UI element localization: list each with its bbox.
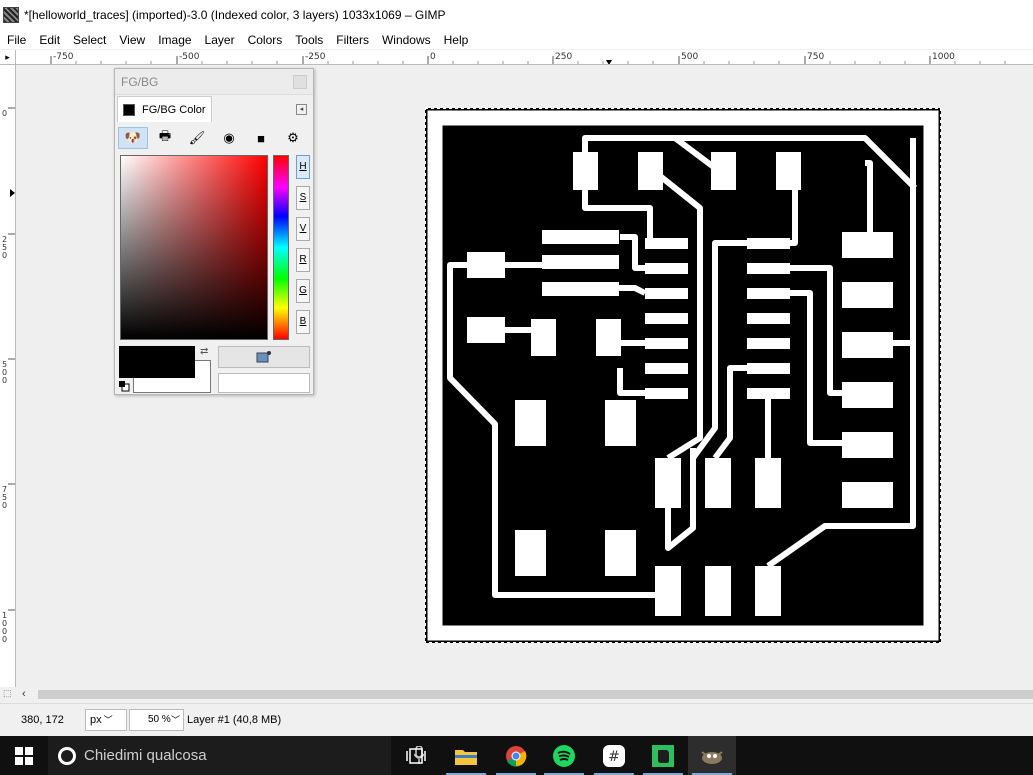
eyedropper-screen-icon bbox=[256, 351, 271, 363]
dock-header[interactable]: FG/BG bbox=[115, 69, 313, 95]
color-wheel-icon[interactable]: ◉ bbox=[214, 127, 244, 149]
ruler-label: 500 bbox=[2, 360, 8, 385]
channel-g-button[interactable]: G bbox=[296, 279, 310, 303]
pcb-artwork bbox=[425, 108, 941, 643]
foreground-color-swatch[interactable] bbox=[119, 346, 195, 378]
menu-bar: File Edit Select View Image Layer Colors… bbox=[0, 30, 1033, 49]
ruler-label: 250 bbox=[555, 52, 573, 62]
ruler-label: 750 bbox=[807, 52, 825, 62]
swap-colors-icon[interactable]: ⇄ bbox=[200, 346, 212, 358]
menu-edit[interactable]: Edit bbox=[32, 33, 66, 47]
channel-r-button[interactable]: R bbox=[296, 248, 310, 272]
search-placeholder: Chiedimi qualcosa bbox=[84, 747, 207, 764]
ruler-label: -750 bbox=[53, 52, 74, 62]
gimp-selector-icon[interactable]: 🐶 bbox=[118, 127, 148, 149]
spotify-icon bbox=[553, 744, 575, 767]
menu-file[interactable]: File bbox=[0, 33, 32, 47]
hue-slider[interactable] bbox=[273, 155, 289, 340]
zoom-dropdown[interactable]: 50 % ﹀ bbox=[129, 709, 184, 731]
folder-icon bbox=[455, 749, 477, 765]
task-view-button[interactable] bbox=[392, 736, 440, 775]
chrome-icon bbox=[506, 745, 527, 767]
ruler-corner-button[interactable]: ▸ bbox=[0, 50, 16, 65]
ruler-label: 1000 bbox=[932, 52, 955, 62]
pcb-traces-image[interactable] bbox=[425, 108, 941, 643]
tab-menu-icon[interactable]: ◂ bbox=[296, 103, 307, 115]
menu-view[interactable]: View bbox=[112, 33, 151, 47]
ruler-label: 250 bbox=[2, 235, 8, 260]
window-title: *[helloworld_traces] (imported)-3.0 (Ind… bbox=[24, 8, 446, 22]
menu-help[interactable]: Help bbox=[437, 33, 475, 47]
horizontal-ruler[interactable]: -750 -500 -250 0 250 500 750 1000 bbox=[16, 50, 1033, 65]
start-button[interactable] bbox=[0, 736, 48, 775]
ruler-label: -250 bbox=[305, 52, 326, 62]
chevron-down-icon: ﹀ bbox=[170, 715, 180, 725]
layer-info-text: Layer #1 (40,8 MB) bbox=[187, 714, 282, 726]
pointer-coordinates: 380, 172 bbox=[21, 714, 64, 726]
menu-colors[interactable]: Colors bbox=[241, 33, 289, 47]
navigate-icon[interactable]: ⬚ bbox=[3, 688, 15, 700]
saturation-value-picker[interactable] bbox=[120, 155, 268, 340]
dock-close-button[interactable] bbox=[293, 74, 307, 89]
evernote-icon bbox=[652, 744, 674, 767]
taskbar-slack[interactable]: # bbox=[590, 736, 638, 775]
scroll-left-arrow[interactable]: ‹ bbox=[22, 687, 34, 702]
menu-layer[interactable]: Layer bbox=[198, 33, 241, 47]
unit-value: px bbox=[90, 714, 102, 726]
scales-icon[interactable]: ⚙ bbox=[278, 127, 308, 149]
ruler-ticks bbox=[50, 56, 1006, 64]
vertical-ruler[interactable]: 0 250 500 750 1000 bbox=[0, 65, 16, 687]
gimp-wilber-icon bbox=[701, 750, 723, 764]
windows-logo-icon bbox=[15, 746, 33, 765]
dock-tab-row: FG/BG Color ◂ bbox=[115, 96, 313, 122]
fg-color-tab-icon bbox=[123, 103, 135, 116]
palette-icon[interactable]: ■ bbox=[246, 127, 276, 149]
tab-fg-bg-color[interactable]: FG/BG Color bbox=[117, 96, 212, 122]
color-selector-toolbar: 🐶 🖶 🖌 ◉ ■ ⚙ bbox=[118, 126, 310, 150]
taskbar-file-explorer[interactable] bbox=[442, 736, 490, 775]
taskbar-evernote[interactable] bbox=[639, 736, 687, 775]
cortana-search-box[interactable]: Chiedimi qualcosa bbox=[48, 736, 424, 775]
unit-dropdown[interactable]: px ﹀ bbox=[85, 709, 127, 731]
channel-b-button[interactable]: B bbox=[296, 310, 310, 334]
gimp-app-icon bbox=[3, 7, 19, 23]
color-picker-button[interactable] bbox=[218, 346, 310, 368]
slack-icon: # bbox=[603, 744, 625, 767]
task-view-icon bbox=[406, 747, 426, 764]
title-bar: *[helloworld_traces] (imported)-3.0 (Ind… bbox=[0, 0, 1033, 30]
fg-bg-color-dock: FG/BG FG/BG Color ◂ 🐶 🖶 🖌 ◉ ■ ⚙ H S V R … bbox=[114, 68, 314, 395]
dock-title: FG/BG bbox=[121, 74, 159, 89]
horizontal-scrollbar[interactable]: ⬚ ‹ bbox=[0, 687, 1033, 702]
windows-taskbar: Chiedimi qualcosa # bbox=[0, 736, 1033, 775]
hex-color-field[interactable] bbox=[218, 373, 310, 393]
chevron-down-icon: ﹀ bbox=[103, 715, 113, 725]
tab-label: FG/BG Color bbox=[142, 103, 206, 116]
menu-select[interactable]: Select bbox=[66, 33, 112, 47]
ruler-label: 0 bbox=[2, 109, 8, 118]
svg-text:#: # bbox=[608, 749, 620, 765]
ruler-label: 500 bbox=[681, 52, 699, 62]
default-colors-icon[interactable] bbox=[119, 381, 130, 392]
channel-s-button[interactable]: S bbox=[296, 186, 310, 210]
status-bar: 380, 172 px ﹀ 50 % ﹀ Layer #1 (40,8 MB) bbox=[0, 703, 1033, 736]
channel-h-button[interactable]: H bbox=[296, 155, 310, 179]
menu-filters[interactable]: Filters bbox=[329, 33, 375, 47]
watercolor-brush-icon[interactable]: 🖌 bbox=[182, 127, 212, 149]
ruler-label: -500 bbox=[179, 52, 200, 62]
menu-windows[interactable]: Windows bbox=[375, 33, 437, 47]
ruler-label: 750 bbox=[2, 485, 8, 510]
channel-v-button[interactable]: V bbox=[296, 217, 310, 241]
zoom-value: 50 % bbox=[148, 714, 171, 725]
menu-image[interactable]: Image bbox=[151, 33, 197, 47]
ruler-label: 0 bbox=[430, 52, 436, 62]
cmyk-selector-icon[interactable]: 🖶 bbox=[150, 127, 180, 149]
cortana-icon bbox=[58, 746, 76, 765]
taskbar-gimp[interactable] bbox=[688, 736, 736, 775]
ruler-label: 1000 bbox=[2, 611, 8, 644]
menu-tools[interactable]: Tools bbox=[288, 33, 329, 47]
taskbar-chrome[interactable] bbox=[492, 736, 540, 775]
scrollbar-thumb[interactable] bbox=[38, 690, 1033, 699]
taskbar-spotify[interactable] bbox=[540, 736, 588, 775]
